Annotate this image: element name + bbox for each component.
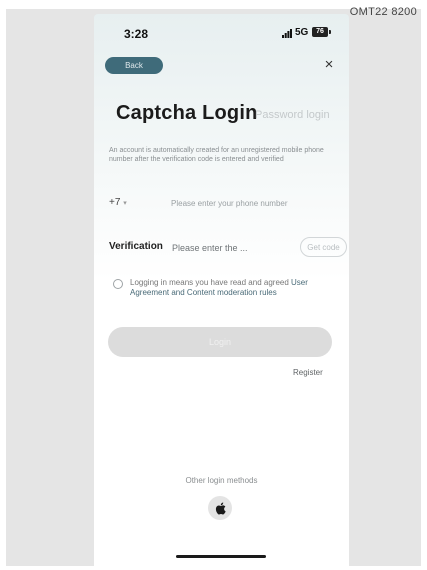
network-type: 5G	[295, 27, 309, 38]
get-code-button[interactable]: Get code	[300, 237, 347, 257]
agreement-checkbox[interactable]	[113, 279, 123, 289]
verification-label: Verification	[109, 241, 163, 252]
register-link[interactable]: Register	[293, 368, 323, 377]
apple-login-button[interactable]	[208, 496, 232, 520]
phone-number-input[interactable]	[171, 195, 331, 211]
status-bar: 3:28 5G 76	[94, 14, 349, 50]
country-code-selector[interactable]: +7 ▾	[109, 197, 127, 208]
tab-password-login[interactable]: Password login	[255, 109, 330, 121]
other-login-methods-label: Other login methods	[185, 476, 258, 485]
phone-screen: 3:28 5G 76 Back × Captcha Login Password…	[94, 14, 349, 570]
verification-row: Verification Get code	[109, 237, 347, 259]
country-code: +7	[109, 197, 121, 208]
apple-icon	[215, 502, 226, 515]
page-title: Captcha Login	[116, 102, 258, 124]
auto-register-notice: An account is automatically created for …	[109, 147, 324, 163]
agreement-prefix: Logging in means you have read and agree…	[130, 278, 292, 287]
phone-number-row: +7 ▾	[109, 195, 334, 211]
agreement-text: Logging in means you have read and agree…	[130, 278, 340, 298]
agreement-row: Logging in means you have read and agree…	[109, 278, 339, 304]
close-icon[interactable]: ×	[320, 56, 338, 74]
home-indicator	[176, 555, 266, 558]
corner-code: OMT22 8200	[349, 6, 417, 18]
chevron-down-icon: ▾	[123, 200, 127, 207]
battery-icon: 76	[312, 27, 331, 37]
login-button[interactable]: Login	[108, 327, 332, 357]
verification-code-input[interactable]	[172, 240, 264, 256]
back-button[interactable]: Back	[105, 57, 163, 74]
status-time: 3:28	[124, 27, 149, 41]
signal-icon	[282, 29, 292, 38]
